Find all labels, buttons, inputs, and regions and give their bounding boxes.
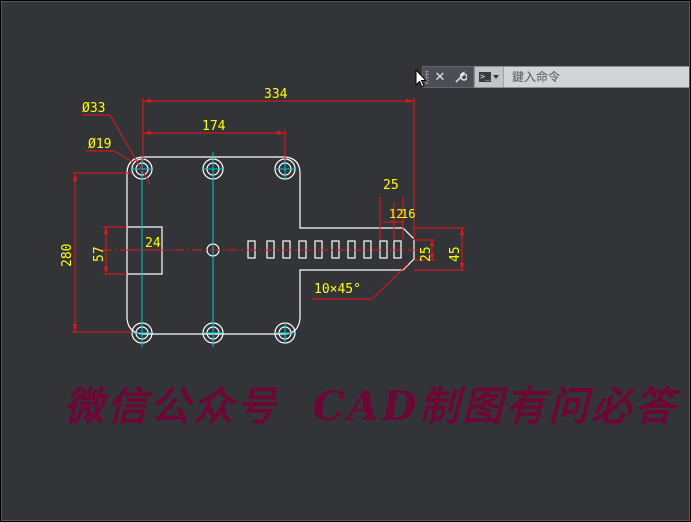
- wrench-icon[interactable]: [451, 68, 469, 86]
- command-input[interactable]: [504, 66, 689, 88]
- dim-16: 16: [401, 207, 415, 221]
- dim-45: 45: [448, 246, 463, 262]
- dim-280: 280: [60, 244, 75, 267]
- recent-commands-button[interactable]: >_: [475, 67, 504, 87]
- dim-334: 334: [264, 87, 288, 102]
- dim-57: 57: [92, 246, 107, 262]
- command-line-bar[interactable]: ✕ >_: [422, 66, 689, 88]
- dim-hole-33: Ø33: [82, 101, 105, 116]
- command-prompt-icon: >_: [479, 72, 491, 82]
- dim-25-pitch: 25: [383, 178, 399, 193]
- chevron-down-icon: [493, 75, 499, 79]
- close-icon[interactable]: ✕: [431, 68, 449, 86]
- command-input-wrap: >_: [474, 66, 689, 88]
- mouse-cursor-icon: [415, 69, 427, 88]
- dim-hole-19: Ø19: [88, 137, 111, 152]
- dim-24: 24: [145, 236, 161, 251]
- dim-174: 174: [202, 119, 226, 134]
- watermark-text: 微信公众号 CAD制图有问必答: [64, 383, 678, 430]
- command-line-tools: ✕: [422, 66, 474, 88]
- dim-25-arm: 25: [419, 246, 434, 262]
- model-space-viewport[interactable]: 334 174 Ø33 Ø19 280 57 24 25 12 16 25 45…: [1, 1, 690, 521]
- dim-chamfer: 10×45°: [314, 282, 361, 297]
